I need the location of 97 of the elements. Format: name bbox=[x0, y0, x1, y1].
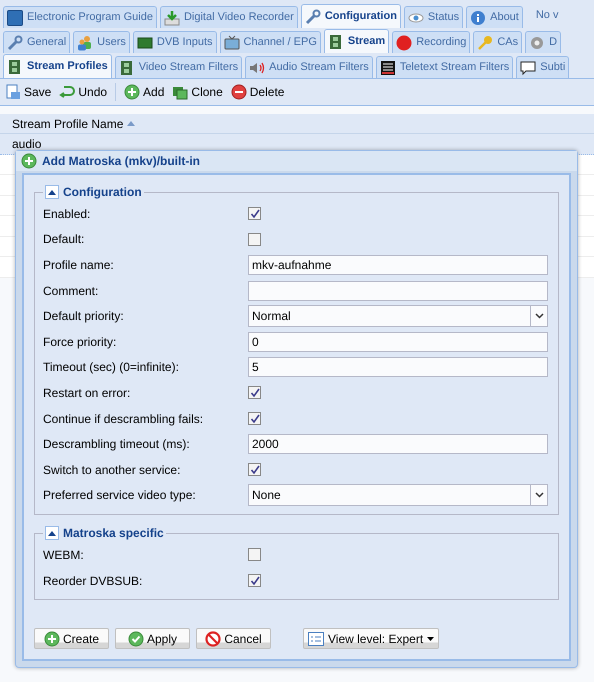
chevron-down-icon bbox=[534, 313, 544, 320]
plus-icon bbox=[21, 153, 37, 169]
sort-ascending-icon bbox=[127, 121, 136, 126]
tab[interactable]: Stream Profiles bbox=[3, 54, 112, 78]
checkmark-icon bbox=[250, 414, 260, 424]
tab[interactable]: Electronic Program Guide bbox=[3, 6, 157, 28]
plus-icon bbox=[44, 630, 60, 646]
toolbar-button[interactable]: Clone bbox=[172, 83, 223, 101]
key-icon bbox=[477, 34, 494, 50]
field-label: Enabled: bbox=[43, 206, 92, 223]
text-field[interactable]: 2000 bbox=[248, 434, 548, 454]
field-label: Descrambling timeout (ms): bbox=[43, 436, 191, 454]
checkbox[interactable] bbox=[248, 232, 261, 246]
checkmark-icon bbox=[250, 464, 260, 475]
field-label: Comment: bbox=[43, 282, 100, 300]
toolbar-button[interactable]: Add bbox=[124, 83, 164, 101]
caret-down-icon bbox=[427, 636, 434, 640]
checkbox[interactable] bbox=[248, 463, 261, 476]
field-label: Timeout (sec) (0=infinite): bbox=[43, 359, 180, 376]
toolbar-button[interactable]: Undo bbox=[59, 83, 108, 101]
tab[interactable]: Recording bbox=[392, 31, 470, 53]
text-field[interactable] bbox=[248, 280, 548, 301]
speech-bubble-icon bbox=[520, 60, 536, 76]
checkmark-icon bbox=[250, 208, 260, 219]
toolbar-button[interactable]: Delete bbox=[230, 83, 284, 101]
dropdown[interactable]: None bbox=[248, 484, 548, 506]
checkbox[interactable] bbox=[248, 574, 261, 588]
field-label: Preferred service video type: bbox=[43, 487, 197, 504]
film-icon bbox=[328, 34, 344, 50]
caret-up-icon bbox=[48, 530, 56, 536]
field-label: Force priority: bbox=[43, 334, 118, 351]
dialog-title: Add Matroska (mkv)/built-in bbox=[42, 153, 200, 170]
chevron-down-icon bbox=[534, 492, 544, 498]
tab[interactable]: Configuration bbox=[300, 4, 401, 28]
collapse-toggle[interactable] bbox=[45, 526, 59, 540]
film-icon bbox=[7, 58, 23, 74]
film-icon bbox=[118, 60, 135, 76]
teletext-icon bbox=[380, 60, 396, 76]
tab[interactable]: Video Stream Filters bbox=[114, 56, 242, 78]
no-entry-icon bbox=[205, 630, 222, 646]
tab[interactable]: Subti bbox=[516, 56, 570, 78]
clone-icon bbox=[172, 84, 188, 100]
field-label: WEBM: bbox=[43, 546, 85, 564]
dialog-button[interactable]: Cancel bbox=[196, 628, 271, 649]
field-label: Default: bbox=[43, 231, 86, 248]
collapse-toggle[interactable] bbox=[45, 185, 59, 199]
dropdown[interactable]: Normal bbox=[248, 305, 548, 328]
tab[interactable]: Users bbox=[73, 31, 130, 53]
field-label: Profile name: bbox=[43, 256, 115, 274]
tab[interactable]: Teletext Stream Filters bbox=[376, 56, 514, 78]
field-label: Restart on error: bbox=[43, 384, 132, 402]
minus-icon bbox=[230, 84, 247, 100]
checkbox[interactable] bbox=[248, 548, 261, 562]
dialog-button[interactable]: Apply bbox=[115, 628, 190, 649]
wrench-icon bbox=[7, 34, 23, 50]
table-cell-text: audio bbox=[12, 136, 42, 153]
checkbox[interactable] bbox=[248, 386, 261, 400]
checkbox[interactable] bbox=[248, 412, 261, 426]
section-title: Matroska specific bbox=[63, 525, 164, 542]
tab[interactable]: About bbox=[466, 6, 523, 28]
column-header[interactable]: Stream Profile Name bbox=[0, 114, 594, 134]
users-icon bbox=[77, 34, 94, 50]
toolbar-button[interactable]: Save bbox=[5, 83, 52, 101]
field-label: Reorder DVBSUB: bbox=[43, 572, 144, 590]
plus-icon bbox=[124, 84, 140, 100]
tab[interactable]: D bbox=[525, 31, 562, 53]
tab[interactable]: Stream bbox=[324, 29, 390, 53]
list-icon bbox=[308, 632, 324, 646]
dialog-button[interactable]: Create bbox=[34, 628, 109, 649]
tab[interactable]: Status bbox=[404, 6, 464, 28]
status-text: No v bbox=[536, 8, 558, 24]
tab[interactable]: Audio Stream Filters bbox=[245, 56, 373, 78]
undo-icon bbox=[59, 84, 76, 100]
section-title: Configuration bbox=[63, 184, 142, 201]
checkmark-icon bbox=[250, 576, 260, 586]
caret-up-icon bbox=[48, 190, 56, 194]
view-level-button[interactable]: View level: Expert bbox=[303, 628, 440, 649]
save-icon bbox=[5, 84, 21, 100]
check-icon bbox=[128, 630, 144, 646]
tab[interactable]: General bbox=[3, 31, 70, 53]
checkmark-icon bbox=[250, 388, 260, 398]
field-label: Continue if descrambling fails: bbox=[43, 410, 204, 428]
tab[interactable]: CAs bbox=[473, 31, 522, 53]
text-field[interactable]: 0 bbox=[248, 332, 548, 352]
tab[interactable]: Channel / EPG bbox=[220, 31, 321, 53]
field-label: Switch to another service: bbox=[43, 462, 182, 479]
tv-icon bbox=[224, 34, 240, 50]
download-icon bbox=[164, 10, 180, 26]
field-label: Default priority: bbox=[43, 308, 125, 326]
checkbox[interactable] bbox=[248, 207, 261, 220]
tab[interactable]: DVB Inputs bbox=[132, 31, 217, 53]
info-icon bbox=[470, 10, 486, 26]
text-field[interactable]: 5 bbox=[248, 357, 548, 378]
text-field[interactable]: mkv-aufnahme bbox=[248, 254, 548, 275]
record-icon bbox=[396, 34, 412, 50]
wrench-icon bbox=[304, 8, 321, 24]
tab[interactable]: Digital Video Recorder bbox=[160, 6, 298, 28]
